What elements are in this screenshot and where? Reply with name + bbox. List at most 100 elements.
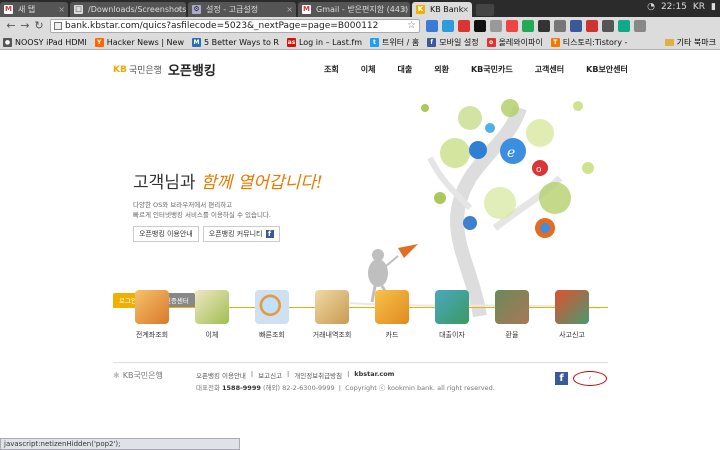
quick-item-transfer[interactable]: 이체 [182,290,242,340]
browser-tab[interactable]: ⚙ 설정 - 고급설정 × [188,2,296,17]
footer-link[interactable]: 보고신고 [258,370,282,380]
bookmark-item[interactable]: Y Hacker News | New [94,37,184,47]
bookmark-label: 올레와이파이 [498,37,543,47]
tab-label: 설정 - 고급설정 [206,5,259,14]
quick-item-history[interactable]: 거래내역조회 [302,290,362,340]
extension-icons [426,20,646,32]
quick-item-incident-report[interactable]: 사고신고 [542,290,602,340]
magnifier-icon [255,290,289,324]
back-icon[interactable]: ← [4,19,18,33]
quick-item-loan-interest[interactable]: 대출이자 [422,290,482,340]
nav-item[interactable]: KB국민카드 [471,64,513,75]
verisign-badge-icon[interactable]: ✓ [573,371,607,386]
extension-icon[interactable] [490,20,502,32]
extension-icon[interactable] [602,20,614,32]
extension-icon[interactable] [442,20,454,32]
new-tab-button[interactable] [476,4,494,16]
bookmark-icon: f [427,37,437,47]
reload-icon[interactable]: ↻ [32,19,46,33]
bookmark-item[interactable]: ● NOOSY iPad HDMI [3,37,87,47]
quick-label: 전계좌조회 [135,331,169,339]
receipt-icon [315,290,349,324]
file-icon: □ [74,5,83,14]
quick-item-quick-lookup[interactable]: 빠른조회 [242,290,302,340]
language-indicator[interactable]: KR [693,2,705,12]
system-tray: ◔ 22:15 KR ▮ [647,2,716,12]
footer-separator: | [347,370,350,378]
kb-logo[interactable]: KB 국민은행 오픈뱅킹 [113,60,216,79]
folder-icon [664,39,674,46]
extension-icon[interactable] [618,20,630,32]
browser-tab[interactable]: □ /Downloads/Screenshots × [70,2,186,17]
close-icon[interactable]: × [176,2,183,17]
browser-toolbar: ← → ↻ bank.kbstar.com/quics?asfilecode=5… [0,17,720,35]
guide-button[interactable]: 오픈뱅킹 이용안내 [133,226,199,242]
nav-item[interactable]: 조회 [324,64,339,75]
status-bar: javascript:netizenHidden('pop2'); [0,438,240,450]
footer-separator: | [250,370,254,378]
tel-overseas: (해외) 82-2-6300-9999 [262,384,335,392]
extension-icon[interactable] [474,20,486,32]
tab-label: Gmail - 받은편지함 (443) [316,5,409,14]
quick-item-exchange[interactable]: 환율 [482,290,542,340]
nav-item[interactable]: KB보안센터 [586,64,628,75]
nav-item[interactable]: 대출 [397,64,412,75]
nav-item[interactable]: 이체 [361,64,376,75]
bookmark-icon: Y [94,37,104,47]
currency-icon [495,290,529,324]
footer-link[interactable]: 개인정보취급방침 [294,370,342,380]
hero-headline: 고객님과 함께 열어갑니다! [133,168,323,193]
bookmark-icon: T [550,37,560,47]
nav-item[interactable]: 고객센터 [535,64,564,75]
accounts-icon [135,290,169,324]
bookmark-item[interactable]: T 티스토리:Tistory - [550,37,627,48]
browser-tab[interactable]: M 새 탭 × [0,2,68,17]
quick-item-all-accounts[interactable]: 전계좌조회 [122,290,182,340]
other-bookmarks-label: 기타 북마크 [676,38,716,47]
bookmark-icon: o [486,37,496,47]
bookmark-item[interactable]: f 모바일 설정 [427,37,479,48]
extension-icon[interactable] [554,20,566,32]
close-icon[interactable]: × [286,2,293,17]
transfer-icon [195,290,229,324]
footer-logo-text: KB국민은행 [122,371,163,380]
extension-icon[interactable] [522,20,534,32]
footer-link[interactable]: kbstar.com [354,370,394,380]
close-icon[interactable]: × [58,2,65,17]
extension-icon[interactable] [538,20,550,32]
address-bar[interactable]: bank.kbstar.com/quics?asfilecode=5023&_n… [50,19,420,33]
footer-links: 오픈뱅킹 이용안내 | 보고신고 | 개인정보취급방침 | kbstar.com [196,370,394,380]
footer-kb-mark: ✱ [113,371,120,380]
bookmark-item[interactable]: M5 Better Ways to R [192,37,279,47]
community-button[interactable]: 오픈뱅킹 커뮤니티 f [202,226,280,242]
extension-icon[interactable] [426,20,438,32]
bookmark-label: 모바일 설정 [439,37,479,47]
quick-label: 카드 [385,331,399,339]
extension-icon[interactable] [458,20,470,32]
extension-icon[interactable] [570,20,582,32]
close-icon[interactable]: × [400,2,407,17]
url-text: bank.kbstar.com/quics?asfilecode=5023&_n… [65,21,379,31]
headline-plain: 고객님과 [133,173,201,193]
bookmark-icon: as [286,37,296,47]
quick-item-card[interactable]: 카드 [362,290,422,340]
browser-tab-active[interactable]: K KB Bank × [412,2,472,17]
nav-item[interactable]: 외환 [434,64,449,75]
wifi-icon[interactable]: ◔ [647,2,655,12]
forward-icon[interactable]: → [18,19,32,33]
svg-text:o: o [536,165,542,175]
other-bookmarks[interactable]: 기타 북마크 [664,37,716,48]
quick-label: 대출이자 [439,331,465,339]
bookmark-item[interactable]: as Log in – Last.fm [286,37,362,47]
close-icon[interactable]: × [462,2,469,17]
bookmark-item[interactable]: t 트위터 / 홈 [369,37,419,48]
facebook-icon[interactable]: f [555,372,568,385]
bookmark-item[interactable]: o 올레와이파이 [486,37,543,48]
bookmark-star-icon[interactable]: ☆ [407,20,416,32]
extension-icon[interactable] [586,20,598,32]
footer-link[interactable]: 오픈뱅킹 이용안내 [196,370,246,380]
extension-icon[interactable] [506,20,518,32]
quick-label: 빠른조회 [259,331,285,339]
browser-tab[interactable]: M Gmail - 받은편지함 (443) × [298,2,410,17]
wrench-icon[interactable] [634,20,646,32]
